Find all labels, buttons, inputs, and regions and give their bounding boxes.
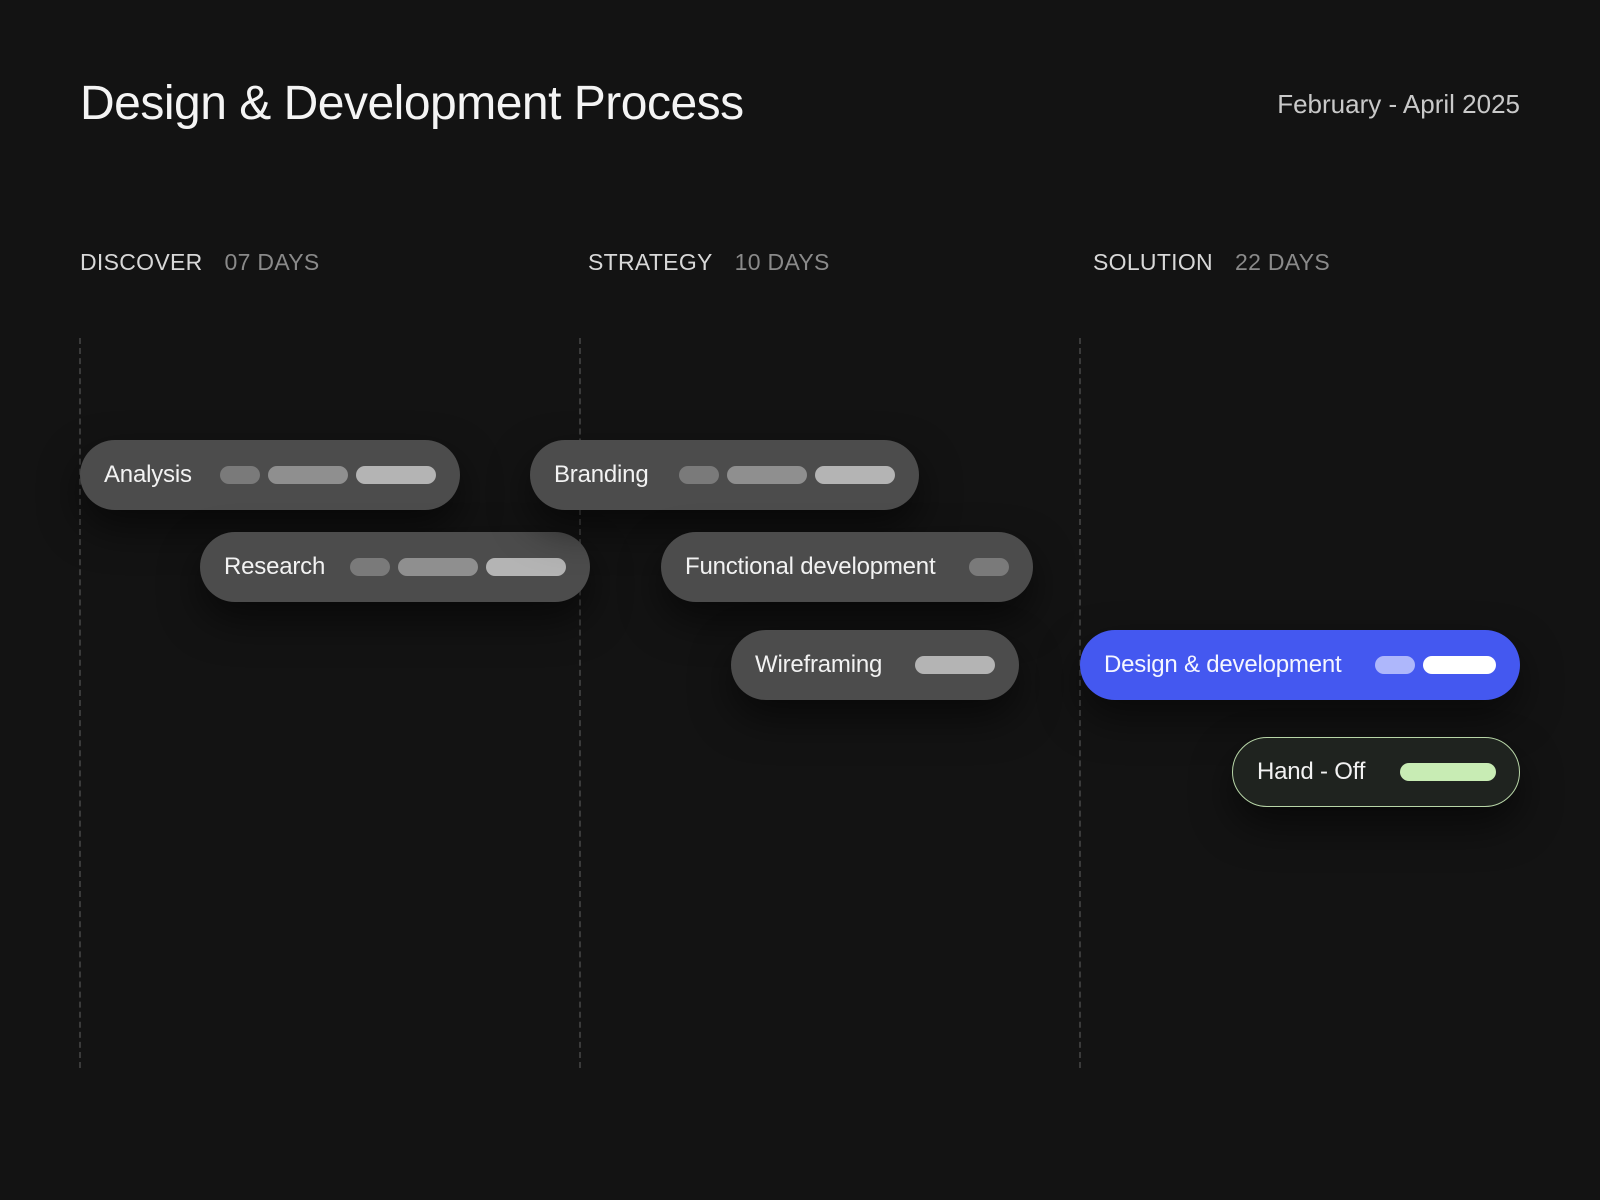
task-label: Design & development xyxy=(1104,651,1342,678)
progress-segment xyxy=(220,466,260,484)
phase-header-solution: SOLUTION 22 DAYS xyxy=(1093,249,1330,276)
progress-segment xyxy=(350,558,390,576)
phase-divider-discover xyxy=(79,338,81,1068)
task-progress-bars xyxy=(915,656,995,674)
task-progress-bars xyxy=(220,466,436,484)
date-range: February - April 2025 xyxy=(1277,89,1520,119)
task-pill-branding[interactable]: Branding xyxy=(530,440,919,510)
phase-name: STRATEGY xyxy=(588,249,713,275)
task-pill-functional-development[interactable]: Functional development xyxy=(661,532,1033,602)
progress-segment xyxy=(486,558,566,576)
task-progress-bars xyxy=(1400,763,1496,781)
progress-segment xyxy=(969,558,1009,576)
progress-segment xyxy=(1423,656,1496,674)
progress-segment xyxy=(268,466,348,484)
progress-segment xyxy=(1400,763,1496,781)
task-label: Hand - Off xyxy=(1257,758,1366,785)
task-progress-bars xyxy=(1375,656,1496,674)
phase-header-strategy: STRATEGY 10 DAYS xyxy=(588,249,830,276)
phase-days: 22 DAYS xyxy=(1234,249,1330,275)
progress-segment xyxy=(398,558,478,576)
task-pill-research[interactable]: Research xyxy=(200,532,590,602)
progress-segment xyxy=(915,656,995,674)
phase-days: 07 DAYS xyxy=(224,249,320,275)
task-progress-bars xyxy=(969,558,1009,576)
task-pill-analysis[interactable]: Analysis xyxy=(80,440,460,510)
task-pill-design-development[interactable]: Design & development xyxy=(1080,630,1520,700)
task-label: Wireframing xyxy=(755,651,883,678)
task-label: Analysis xyxy=(104,461,192,488)
progress-segment xyxy=(727,466,807,484)
phase-name: DISCOVER xyxy=(80,249,203,275)
progress-segment xyxy=(1375,656,1415,674)
progress-segment xyxy=(815,466,895,484)
task-progress-bars xyxy=(679,466,895,484)
phase-name: SOLUTION xyxy=(1093,249,1213,275)
phase-divider-solution xyxy=(1079,338,1081,1068)
progress-segment xyxy=(679,466,719,484)
task-label: Research xyxy=(224,553,326,580)
task-progress-bars xyxy=(350,558,566,576)
page-title: Design & Development Process xyxy=(80,77,744,130)
task-pill-wireframing[interactable]: Wireframing xyxy=(731,630,1019,700)
task-label: Branding xyxy=(554,461,649,488)
phase-header-discover: DISCOVER 07 DAYS xyxy=(80,249,320,276)
progress-segment xyxy=(356,466,436,484)
phase-days: 10 DAYS xyxy=(734,249,830,275)
task-pill-hand-off[interactable]: Hand - Off xyxy=(1232,737,1520,807)
task-label: Functional development xyxy=(685,553,936,580)
